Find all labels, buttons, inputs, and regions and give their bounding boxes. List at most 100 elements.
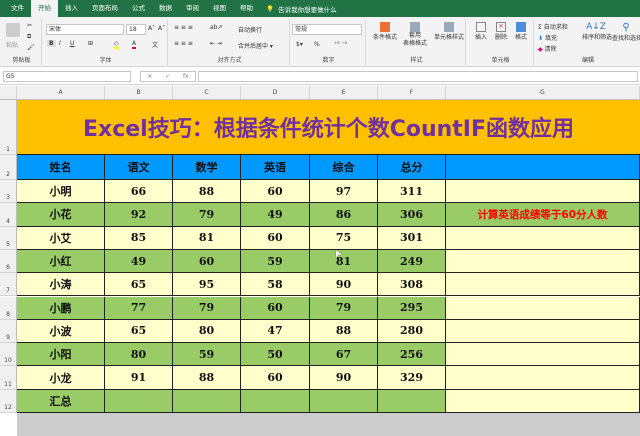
cancel-icon[interactable]: ✕ xyxy=(147,72,152,81)
row-header-11[interactable]: 11 xyxy=(0,366,17,390)
name-cell[interactable]: 小龙 xyxy=(17,366,105,390)
header-cell[interactable]: 总分 xyxy=(378,155,446,180)
score-cell[interactable]: 295 xyxy=(378,296,446,320)
score-cell[interactable]: 92 xyxy=(105,203,173,227)
empty-cell[interactable] xyxy=(446,389,640,413)
font-color-icon[interactable]: A xyxy=(132,40,137,49)
phonetic-icon[interactable]: 文 xyxy=(152,40,158,49)
clear-button[interactable]: ◆ 清除 xyxy=(538,44,557,53)
row-header-3[interactable]: 3 xyxy=(0,180,17,204)
row-header-8[interactable]: 8 xyxy=(0,296,17,320)
score-cell[interactable]: 306 xyxy=(378,203,446,227)
score-cell[interactable]: 49 xyxy=(241,203,310,227)
formula-input[interactable] xyxy=(198,71,638,82)
bold-button[interactable]: B xyxy=(47,40,56,47)
header-cell[interactable]: 英语 xyxy=(241,155,310,180)
align-center-icon[interactable]: ≡ ≡ ≡ xyxy=(174,40,193,47)
score-cell[interactable]: 60 xyxy=(173,249,241,274)
score-cell[interactable]: 329 xyxy=(378,366,446,390)
font-name-select[interactable]: 宋体 xyxy=(46,24,124,35)
merge-center-button[interactable]: 合并后居中 ▾ xyxy=(238,41,273,50)
empty-cell[interactable] xyxy=(446,249,640,274)
score-cell[interactable]: 60 xyxy=(241,366,310,390)
score-cell[interactable]: 97 xyxy=(310,180,378,204)
score-cell[interactable]: 308 xyxy=(378,273,446,297)
score-cell[interactable]: 88 xyxy=(310,319,378,344)
tab-4[interactable]: 公式 xyxy=(125,0,152,17)
score-cell[interactable]: 60 xyxy=(241,296,310,320)
row-header-6[interactable]: 6 xyxy=(0,249,17,274)
name-cell[interactable]: 小花 xyxy=(17,203,105,227)
insert-button[interactable]: 插入 xyxy=(472,22,490,41)
score-cell[interactable]: 66 xyxy=(105,180,173,204)
select-all-corner[interactable] xyxy=(0,86,17,100)
header-cell-empty[interactable] xyxy=(446,155,640,180)
row-header-2[interactable]: 2 xyxy=(0,155,17,180)
format-as-table-button[interactable]: 套用 表格格式 xyxy=(398,22,432,48)
name-cell[interactable]: 小明 xyxy=(17,180,105,204)
tab-6[interactable]: 审阅 xyxy=(179,0,206,17)
align-top-icon[interactable]: ≡ ≡ ≡ xyxy=(174,24,193,31)
column-header-G[interactable]: G xyxy=(446,86,640,100)
row-header-9[interactable]: 9 xyxy=(0,319,17,344)
score-cell[interactable]: 280 xyxy=(378,319,446,344)
column-header-E[interactable]: E xyxy=(310,86,378,100)
border-icon[interactable]: ⊞ xyxy=(88,40,93,47)
score-cell[interactable]: 79 xyxy=(173,203,241,227)
row-header-1[interactable]: 1 xyxy=(0,100,17,155)
percent-button[interactable]: % xyxy=(314,41,320,48)
row-header-7[interactable]: 7 xyxy=(0,273,17,297)
header-cell[interactable]: 综合 xyxy=(310,155,378,180)
column-header-A[interactable]: A xyxy=(17,86,105,100)
empty-cell[interactable] xyxy=(446,273,640,297)
enter-icon[interactable]: ✓ xyxy=(165,72,170,81)
score-cell[interactable] xyxy=(173,389,241,413)
score-cell[interactable]: 86 xyxy=(310,203,378,227)
delete-button[interactable]: ✕ 删除 xyxy=(492,22,510,41)
score-cell[interactable]: 65 xyxy=(105,273,173,297)
conditional-format-button[interactable]: 条件格式 xyxy=(370,22,400,41)
row-header-5[interactable]: 5 xyxy=(0,226,17,250)
score-cell[interactable]: 80 xyxy=(173,319,241,344)
score-cell[interactable]: 90 xyxy=(310,366,378,390)
note-cell[interactable]: 计算英语成绩等于60分人数 xyxy=(446,203,640,227)
name-cell[interactable]: 小涛 xyxy=(17,273,105,297)
font-size-select[interactable]: 18 xyxy=(126,24,146,35)
score-cell[interactable] xyxy=(310,389,378,413)
score-cell[interactable] xyxy=(378,389,446,413)
tab-3[interactable]: 页面布局 xyxy=(85,0,125,17)
tab-5[interactable]: 数据 xyxy=(152,0,179,17)
score-cell[interactable]: 79 xyxy=(173,296,241,320)
paste-button[interactable]: 粘贴 xyxy=(6,40,18,49)
indent-icon[interactable]: ⇤ ⇥ xyxy=(210,40,222,47)
score-cell[interactable]: 85 xyxy=(105,226,173,250)
column-header-D[interactable]: D xyxy=(241,86,310,100)
score-cell[interactable]: 301 xyxy=(378,226,446,250)
score-cell[interactable]: 60 xyxy=(241,180,310,204)
score-cell[interactable]: 88 xyxy=(173,366,241,390)
find-select-button[interactable]: ⚲ 查找和选择 xyxy=(612,22,640,42)
score-cell[interactable]: 90 xyxy=(310,273,378,297)
row-header-12[interactable]: 12 xyxy=(0,389,17,413)
header-cell[interactable]: 语文 xyxy=(105,155,173,180)
paste-icon[interactable] xyxy=(6,23,20,37)
cell-styles-button[interactable]: 单元格样式 xyxy=(432,22,466,41)
empty-cell[interactable] xyxy=(446,180,640,204)
score-cell[interactable]: 67 xyxy=(310,343,378,367)
empty-cell[interactable] xyxy=(446,226,640,250)
number-format-select[interactable]: 常规 xyxy=(292,24,362,35)
name-cell[interactable]: 小波 xyxy=(17,319,105,344)
cut-icon[interactable]: ✂ xyxy=(27,22,32,29)
copy-icon[interactable]: ⧉ xyxy=(27,33,31,41)
header-cell[interactable]: 数学 xyxy=(173,155,241,180)
format-painter-icon[interactable]: 🖌 xyxy=(27,44,35,51)
score-cell[interactable]: 75 xyxy=(310,226,378,250)
tab-2[interactable]: 插入 xyxy=(58,0,85,17)
empty-cell[interactable] xyxy=(446,319,640,344)
header-cell[interactable]: 姓名 xyxy=(17,155,105,180)
row-header-10[interactable]: 10 xyxy=(0,343,17,367)
wrap-text-button[interactable]: 自动换行 xyxy=(238,25,262,34)
tab-7[interactable]: 视图 xyxy=(206,0,233,17)
underline-button[interactable]: U xyxy=(70,40,74,47)
score-cell[interactable]: 49 xyxy=(105,249,173,274)
